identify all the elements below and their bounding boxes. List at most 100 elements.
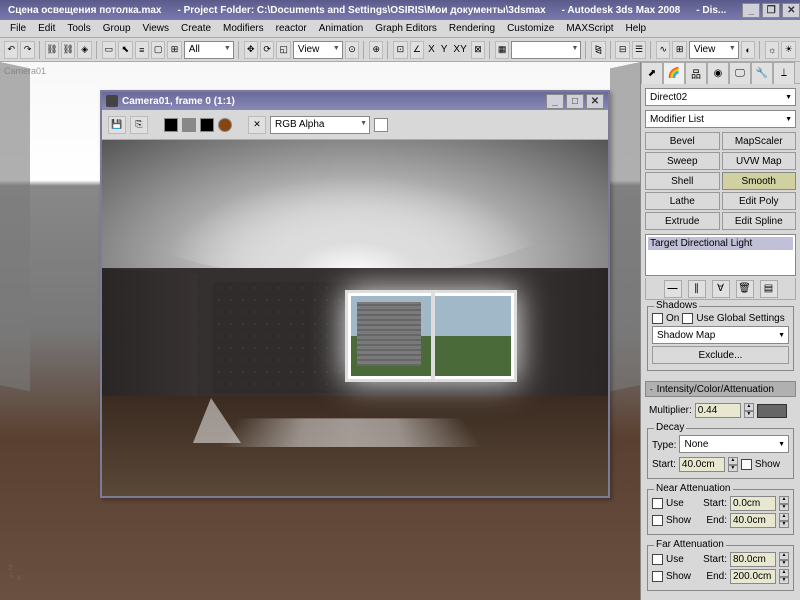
manip-button[interactable]: ⊕ — [369, 41, 383, 59]
menu-customize[interactable]: Customize — [501, 21, 560, 36]
extra-tab[interactable]: ⟘ — [773, 62, 795, 84]
material-button[interactable]: ◐ — [741, 41, 755, 59]
near-end-input[interactable]: 40.0cm — [730, 513, 776, 528]
far-end-input[interactable]: 200.0cm — [730, 569, 776, 584]
far-use-checkbox[interactable] — [652, 554, 663, 565]
unlink-button[interactable]: ⛓ — [61, 41, 75, 59]
utilities-tab[interactable]: 🔧 — [751, 62, 773, 84]
mod-bevel-button[interactable]: Bevel — [645, 132, 720, 150]
redo-button[interactable]: ↷ — [20, 41, 34, 59]
menu-grapheditors[interactable]: Graph Editors — [369, 21, 443, 36]
decay-type-dropdown[interactable]: None — [679, 435, 789, 453]
axis-x-label[interactable]: X — [426, 44, 437, 55]
clear-button[interactable] — [218, 118, 232, 132]
channel-rgb-button[interactable] — [164, 118, 178, 132]
bind-button[interactable]: ◈ — [77, 41, 91, 59]
percent-snap-button[interactable]: ⊠ — [471, 41, 485, 59]
shadows-on-checkbox[interactable] — [652, 313, 663, 324]
object-name-field[interactable]: Direct02 — [645, 88, 796, 106]
menu-views[interactable]: Views — [137, 21, 176, 36]
menu-modifiers[interactable]: Modifiers — [217, 21, 270, 36]
decay-start-spinner[interactable]: ▲▼ — [728, 457, 738, 472]
close-button[interactable]: ✕ — [782, 3, 800, 18]
mod-smooth-button[interactable]: Smooth — [722, 172, 797, 190]
pin-stack-button[interactable]: ⎯⎯ — [664, 280, 682, 298]
far-start-input[interactable]: 80.0cm — [730, 552, 776, 567]
axis-xy-label[interactable]: XY — [451, 44, 468, 55]
restore-button[interactable]: ❐ — [762, 3, 780, 18]
mod-extrude-button[interactable]: Extrude — [645, 212, 720, 230]
undo-button[interactable]: ↶ — [4, 41, 18, 59]
channel-dropdown[interactable]: RGB Alpha — [270, 116, 370, 134]
menu-animation[interactable]: Animation — [313, 21, 369, 36]
select-cursor-button[interactable]: ⬉ — [118, 41, 132, 59]
near-start-spinner[interactable]: ▲▼ — [779, 496, 789, 511]
render-minimize-button[interactable]: _ — [546, 94, 564, 109]
remove-mod-button[interactable]: 🗑 — [736, 280, 754, 298]
mod-mapscaler-button[interactable]: MapScaler — [722, 132, 797, 150]
window-crossing-button[interactable]: ⊞ — [167, 41, 181, 59]
view-dropdown2[interactable]: View — [689, 41, 739, 59]
show-result-button[interactable]: ∥ — [688, 280, 706, 298]
select-name-button[interactable]: ≡ — [135, 41, 149, 59]
save-image-button[interactable]: 💾 — [108, 116, 126, 134]
mirror-button[interactable]: ⧎ — [591, 41, 605, 59]
near-show-checkbox[interactable] — [652, 515, 663, 526]
shadow-type-dropdown[interactable]: Shadow Map — [652, 326, 789, 344]
menu-rendering[interactable]: Rendering — [443, 21, 501, 36]
layer-button[interactable]: ☰ — [632, 41, 646, 59]
menu-reactor[interactable]: reactor — [270, 21, 313, 36]
multiplier-spinner[interactable]: ▲▼ — [744, 403, 754, 418]
curve-editor-button[interactable]: ∿ — [656, 41, 670, 59]
modify-tab[interactable]: 🌈 — [663, 62, 685, 84]
hierarchy-tab[interactable]: 品 — [685, 62, 707, 84]
menu-file[interactable]: File — [4, 21, 32, 36]
light-color-swatch[interactable] — [757, 404, 787, 418]
render-frame-window[interactable]: Camera01, frame 0 (1:1) _ □ ✕ 💾 ⎘ ✕ RGB … — [100, 90, 610, 498]
mod-shell-button[interactable]: Shell — [645, 172, 720, 190]
select-button[interactable]: ▭ — [102, 41, 116, 59]
near-start-input[interactable]: 0.0cm — [730, 496, 776, 511]
copy-image-button[interactable]: ⎘ — [130, 116, 148, 134]
exclude-button[interactable]: Exclude... — [652, 346, 789, 364]
center-button[interactable]: ⊙ — [345, 41, 359, 59]
mod-editpoly-button[interactable]: Edit Poly — [722, 192, 797, 210]
minimize-button[interactable]: _ — [742, 3, 760, 18]
configure-sets-button[interactable]: ▤ — [760, 280, 778, 298]
modifier-stack[interactable]: Target Directional Light — [645, 234, 796, 276]
mod-sweep-button[interactable]: Sweep — [645, 152, 720, 170]
render-maximize-button[interactable]: □ — [566, 94, 584, 109]
far-end-spinner[interactable]: ▲▼ — [779, 569, 789, 584]
link-button[interactable]: ⛓ — [45, 41, 59, 59]
clone-button[interactable]: ✕ — [248, 116, 266, 134]
schematic-button[interactable]: ⊞ — [672, 41, 686, 59]
scale-button[interactable]: ◱ — [276, 41, 290, 59]
render-scene-button[interactable]: ☼ — [765, 41, 779, 59]
menu-edit[interactable]: Edit — [32, 21, 61, 36]
bg-color-swatch[interactable] — [374, 118, 388, 132]
decay-start-input[interactable]: 40.0cm — [679, 457, 725, 472]
modifier-list-dropdown[interactable]: Modifier List — [645, 110, 796, 128]
named-sel-dropdown[interactable] — [511, 41, 581, 59]
decay-show-checkbox[interactable] — [741, 459, 752, 470]
near-use-checkbox[interactable] — [652, 498, 663, 509]
channel-mono-button[interactable] — [200, 118, 214, 132]
mod-editspline-button[interactable]: Edit Spline — [722, 212, 797, 230]
render-titlebar[interactable]: Camera01, frame 0 (1:1) _ □ ✕ — [102, 92, 608, 110]
menu-help[interactable]: Help — [620, 21, 653, 36]
align-button[interactable]: ⊟ — [615, 41, 629, 59]
refcoord-dropdown[interactable]: View — [293, 41, 343, 59]
named-sel-button[interactable]: ▦ — [495, 41, 509, 59]
render-close-button[interactable]: ✕ — [586, 94, 604, 109]
stack-entry[interactable]: Target Directional Light — [648, 237, 793, 250]
multiplier-input[interactable]: 0.44 — [695, 403, 741, 418]
far-start-spinner[interactable]: ▲▼ — [779, 552, 789, 567]
create-tab[interactable]: ⬈ — [641, 62, 663, 84]
near-end-spinner[interactable]: ▲▼ — [779, 513, 789, 528]
menu-group[interactable]: Group — [97, 21, 137, 36]
filter-dropdown[interactable]: All — [184, 41, 234, 59]
far-show-checkbox[interactable] — [652, 571, 663, 582]
axis-y-label[interactable]: Y — [439, 44, 450, 55]
channel-alpha-button[interactable] — [182, 118, 196, 132]
display-tab[interactable]: 🖵 — [729, 62, 751, 84]
